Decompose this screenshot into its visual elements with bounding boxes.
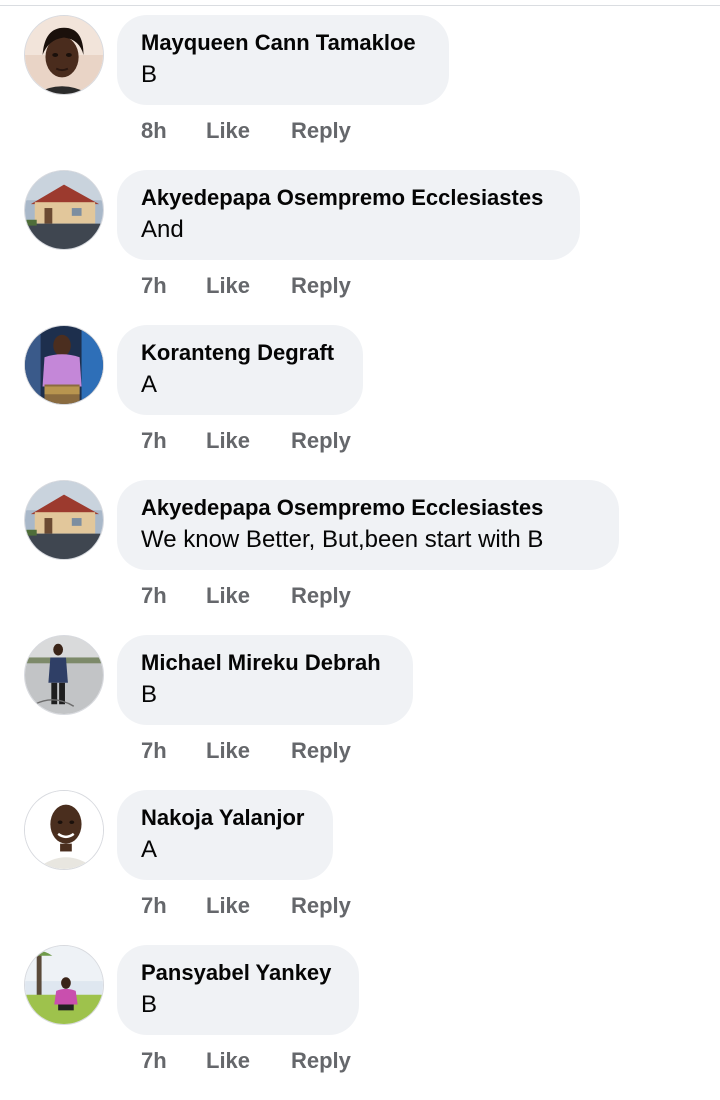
comment-timestamp[interactable]: 7h (141, 890, 167, 922)
comment-item: Koranteng Degraft A 7h Like Reply (0, 325, 720, 480)
comment-item: Pansyabel Yankey B 7h Like Reply (0, 945, 720, 1100)
comment-text: A (141, 836, 158, 863)
reply-button[interactable]: Reply (291, 425, 351, 457)
comment-actions: 8h Like Reply (0, 115, 720, 147)
comment-actions: 7h Like Reply (0, 580, 720, 612)
comment-timestamp[interactable]: 8h (141, 115, 167, 147)
like-button[interactable]: Like (206, 580, 250, 612)
top-divider (0, 5, 720, 6)
comment-author[interactable]: Michael Mireku Debrah (141, 649, 389, 677)
comment-actions: 7h Like Reply (0, 270, 720, 302)
comment-text: B (141, 61, 158, 88)
comment-timestamp[interactable]: 7h (141, 425, 167, 457)
comment-timestamp[interactable]: 7h (141, 270, 167, 302)
comment-author[interactable]: Akyedepapa Osempremo Ecclesiastes (141, 184, 556, 212)
like-button[interactable]: Like (206, 425, 250, 457)
comment-author[interactable]: Koranteng Degraft (141, 339, 339, 367)
reply-button[interactable]: Reply (291, 580, 351, 612)
like-button[interactable]: Like (206, 115, 250, 147)
like-button[interactable]: Like (206, 735, 250, 767)
comment-bubble: Pansyabel Yankey B (117, 945, 359, 1035)
comment-actions: 7h Like Reply (0, 890, 720, 922)
reply-button[interactable]: Reply (291, 735, 351, 767)
comment-author[interactable]: Nakoja Yalanjor (141, 804, 309, 832)
comment-bubble: Mayqueen Cann Tamakloe B (117, 15, 449, 105)
comment-text: We know Better, But,been start with B (141, 526, 544, 553)
avatar[interactable] (24, 480, 104, 560)
comment-bubble: Koranteng Degraft A (117, 325, 363, 415)
avatar[interactable] (24, 325, 104, 405)
like-button[interactable]: Like (206, 270, 250, 302)
avatar[interactable] (24, 170, 104, 250)
avatar[interactable] (24, 15, 104, 95)
comment-item: Nakoja Yalanjor A 7h Like Reply (0, 790, 720, 945)
reply-button[interactable]: Reply (291, 115, 351, 147)
comment-item: Mayqueen Cann Tamakloe B 8h Like Reply (0, 15, 720, 170)
comment-item: Akyedepapa Osempremo Ecclesiastes And 7h… (0, 170, 720, 325)
like-button[interactable]: Like (206, 890, 250, 922)
comment-bubble: Akyedepapa Osempremo Ecclesiastes We kno… (117, 480, 619, 570)
reply-button[interactable]: Reply (291, 270, 351, 302)
like-button[interactable]: Like (206, 1045, 250, 1077)
comment-bubble: Michael Mireku Debrah B (117, 635, 413, 725)
comment-author[interactable]: Pansyabel Yankey (141, 959, 335, 987)
comment-text: A (141, 371, 158, 398)
avatar[interactable] (24, 790, 104, 870)
comment-actions: 7h Like Reply (0, 1045, 720, 1077)
avatar[interactable] (24, 945, 104, 1025)
avatar[interactable] (24, 635, 104, 715)
comment-text: B (141, 681, 158, 708)
comment-item: Akyedepapa Osempremo Ecclesiastes We kno… (0, 480, 720, 635)
comment-text: B (141, 991, 158, 1018)
reply-button[interactable]: Reply (291, 1045, 351, 1077)
comment-bubble: Akyedepapa Osempremo Ecclesiastes And (117, 170, 580, 260)
comment-author[interactable]: Akyedepapa Osempremo Ecclesiastes (141, 494, 595, 522)
comment-author[interactable]: Mayqueen Cann Tamakloe (141, 29, 425, 57)
comment-timestamp[interactable]: 7h (141, 1045, 167, 1077)
comment-bubble: Nakoja Yalanjor A (117, 790, 333, 880)
comment-actions: 7h Like Reply (0, 735, 720, 767)
comment-actions: 7h Like Reply (0, 425, 720, 457)
comment-timestamp[interactable]: 7h (141, 735, 167, 767)
comment-text: And (141, 216, 184, 243)
comment-item: Michael Mireku Debrah B 7h Like Reply (0, 635, 720, 790)
comment-timestamp[interactable]: 7h (141, 580, 167, 612)
reply-button[interactable]: Reply (291, 890, 351, 922)
